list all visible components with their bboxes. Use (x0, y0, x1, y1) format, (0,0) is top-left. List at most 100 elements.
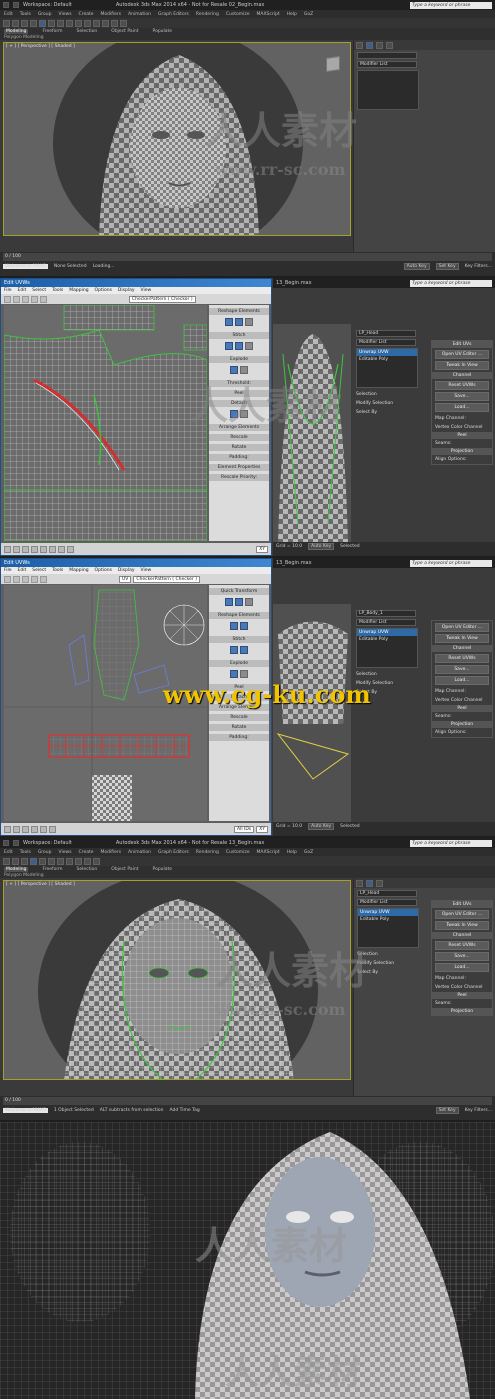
viewcube-icon[interactable] (326, 56, 340, 72)
create-tab-icon[interactable] (356, 42, 363, 49)
create-tab-icon[interactable] (356, 880, 363, 887)
modifier-list-dropdown[interactable]: Modifier List (357, 61, 417, 68)
select-icon[interactable] (30, 857, 37, 865)
uv-menu-item[interactable]: Display (118, 568, 135, 573)
modifier-list-dropdown[interactable]: Modifier List (357, 899, 417, 906)
modifier-list-dropdown[interactable]: Modifier List (356, 619, 416, 626)
uv-menu-item[interactable]: Options (95, 568, 112, 573)
edit-uvs-header[interactable]: Edit UVs (432, 901, 492, 908)
relax-icon[interactable] (235, 318, 243, 326)
unlink-icon[interactable] (30, 19, 37, 27)
add-time-tag[interactable]: Add Time Tag (169, 1108, 199, 1113)
save-button[interactable]: Save... (435, 952, 489, 961)
load-button[interactable]: Load... (435, 676, 489, 685)
freeform-icon[interactable] (31, 575, 38, 583)
tab-selection[interactable]: Selection (77, 29, 98, 34)
time-slider[interactable]: 0 / 100 (3, 253, 492, 261)
viewport-label[interactable]: [ + ] [ Perspective ] [ Shaded ] (6, 882, 75, 887)
channel-header[interactable]: Channel (432, 932, 492, 939)
padding-field[interactable]: Padding: (209, 454, 269, 461)
padding-field[interactable]: Padding: (209, 734, 269, 741)
menu-item[interactable]: Help (287, 12, 297, 17)
render-icon[interactable] (93, 857, 100, 865)
element-mode-icon[interactable] (31, 825, 38, 833)
stack-editable-poly[interactable]: Editable Poly (358, 916, 418, 923)
menu-item[interactable]: Animation (128, 12, 151, 17)
peel-header[interactable]: Peel (432, 992, 492, 999)
texture-dropdown[interactable]: CheckerPattern ( Checker ) (129, 295, 196, 303)
select-region-icon[interactable] (48, 19, 55, 27)
object-name-field[interactable]: LP_Head (357, 890, 417, 897)
stack-editable-poly[interactable]: Editable Poly (357, 636, 417, 643)
modify-tab-icon[interactable] (366, 880, 373, 887)
auto-key-button[interactable]: Auto Key (308, 543, 335, 550)
stitch-source-icon[interactable] (235, 342, 243, 350)
mirror-icon[interactable] (75, 857, 82, 865)
uv-canvas[interactable] (4, 305, 207, 541)
peel-header[interactable]: Peel (432, 705, 492, 712)
hierarchy-tab-icon[interactable] (376, 42, 383, 49)
space-icon[interactable] (245, 598, 253, 606)
xy-plane-dropdown[interactable]: XY (256, 825, 268, 833)
edge-mode-icon[interactable] (13, 825, 20, 833)
uv-menu-item[interactable]: File (4, 568, 12, 573)
edge-mode-icon[interactable] (13, 545, 20, 553)
key-filters-button[interactable]: Key Filters... (465, 264, 492, 269)
map-channel-radio[interactable]: Map Channel: (432, 687, 492, 696)
tab-modeling[interactable]: Modeling (4, 867, 29, 872)
rotate-icon[interactable] (48, 857, 55, 865)
rescale-priority-field[interactable]: Rescale Priority: (209, 474, 269, 481)
snap-icon[interactable] (84, 19, 91, 27)
menu-item[interactable]: Customize (226, 12, 250, 17)
peel-header[interactable]: Peel (432, 432, 492, 439)
menu-item[interactable]: Modifiers (101, 12, 122, 17)
tab-modeling[interactable]: Modeling (4, 29, 29, 34)
break-icon[interactable] (230, 670, 238, 678)
vertex-color-radio[interactable]: Vertex Color Channel (432, 696, 492, 705)
menu-item[interactable]: Help (287, 850, 297, 855)
tab-populate[interactable]: Populate (153, 29, 173, 34)
menu-item[interactable]: GoZ (304, 12, 313, 17)
object-name-field[interactable] (357, 52, 417, 59)
menu-item[interactable]: Animation (128, 850, 151, 855)
modifier-stack[interactable]: Unwrap UVW Editable Poly (356, 628, 418, 668)
rotate-checkbox[interactable]: Rotate (209, 444, 269, 451)
rotate-icon[interactable] (13, 295, 20, 303)
menu-item[interactable]: GoZ (304, 850, 313, 855)
reset-uvws-button[interactable]: Reset UVWs (435, 941, 489, 950)
tab-populate[interactable]: Populate (153, 867, 173, 872)
move-icon[interactable] (4, 575, 11, 583)
break-icon[interactable] (230, 366, 238, 374)
tab-object-paint[interactable]: Object Paint (111, 867, 138, 872)
projection-header[interactable]: Projection (432, 448, 492, 455)
scale-icon[interactable] (75, 19, 82, 27)
scale-icon[interactable] (22, 575, 29, 583)
uv-menu-item[interactable]: Select (32, 568, 46, 573)
vertex-color-radio[interactable]: Vertex Color Channel (432, 983, 492, 992)
straighten-icon[interactable] (230, 622, 238, 630)
rotate-checkbox[interactable]: Rotate (209, 724, 269, 731)
stitch-average-icon[interactable] (245, 342, 253, 350)
mirror-icon[interactable] (93, 19, 100, 27)
selected-dropdown[interactable]: Selected (340, 824, 360, 829)
channel-header[interactable]: Channel (432, 372, 492, 379)
uv-menu-item[interactable]: Tools (52, 568, 63, 573)
menu-item[interactable]: Edit (4, 850, 13, 855)
maxscript-listener[interactable]: Welcome to MAXS (3, 264, 48, 269)
menu-item[interactable]: Modifiers (101, 850, 122, 855)
app-logo-icon[interactable] (3, 840, 9, 846)
stitch-target-icon[interactable] (225, 342, 233, 350)
stack-unwrap-uvw[interactable]: Unwrap UVW (357, 349, 417, 356)
align-icon[interactable] (102, 19, 109, 27)
mirror-icon[interactable] (40, 295, 47, 303)
uv-menu-item[interactable]: Mapping (69, 288, 88, 293)
set-key-button[interactable]: Set Key (435, 1107, 459, 1114)
menu-item[interactable]: Views (59, 12, 72, 17)
tweak-in-view-button[interactable]: Tweak In View (435, 361, 489, 370)
stack-unwrap-uvw[interactable]: Unwrap UVW (357, 629, 417, 636)
vertex-mode-icon[interactable] (4, 545, 11, 553)
render-icon[interactable] (120, 19, 127, 27)
channel-header[interactable]: Channel (432, 645, 492, 652)
menu-item[interactable]: Create (79, 850, 94, 855)
menu-item[interactable]: Rendering (196, 12, 219, 17)
